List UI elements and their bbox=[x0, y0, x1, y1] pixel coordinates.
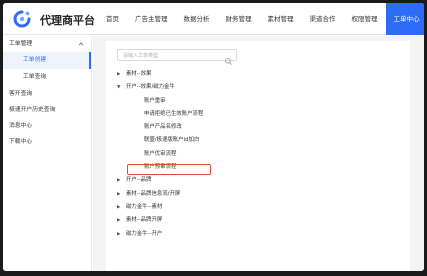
caret-right-icon: ▶ bbox=[117, 204, 121, 210]
caret-right-icon: ▶ bbox=[117, 218, 121, 224]
tree-leaf-highlighted[interactable]: 账户产品名修改 bbox=[117, 121, 397, 134]
topnav-item-tickets[interactable]: 工单中心 bbox=[385, 3, 424, 35]
caret-right-icon: ▶ bbox=[117, 231, 121, 237]
tree-leaf[interactable]: 申请拒绝已生效账户流程 bbox=[117, 108, 397, 121]
sidebar-item-ticket-query[interactable]: 工单查询 bbox=[3, 69, 91, 86]
tree-node[interactable]: ▶ 素材--效果 bbox=[117, 68, 397, 81]
tree-node-label: 磁力金牛--素材 bbox=[126, 203, 163, 210]
caret-down-icon: ▼ bbox=[117, 85, 121, 91]
tree-leaf[interactable]: 联盟/极速版账户id加白 bbox=[117, 134, 397, 147]
caret-right-icon: ▶ bbox=[117, 178, 121, 184]
top-nav: 首页 广告主管理 数据分析 财务管理 素材管理 渠道合作 权限管理 工单中心 bbox=[98, 3, 424, 35]
caret-right-icon: ▶ bbox=[117, 72, 121, 77]
tree-node[interactable]: ▶ 磁力金牛--开户 bbox=[117, 228, 397, 241]
tree-node-label: 素材--效果 bbox=[126, 71, 152, 77]
sidebar-item-messages[interactable]: 消息中心 bbox=[3, 118, 91, 134]
search-placeholder: 请输入工单类型 bbox=[123, 53, 159, 59]
tree-leaf[interactable]: 账户优审流程 bbox=[117, 148, 397, 161]
topnav-item-advertisers[interactable]: 广告主管理 bbox=[127, 3, 176, 35]
sidebar: 工单管理 工单创建 工单查询 客开查询 极速开户历史查询 消息中心 下载中心 bbox=[3, 36, 92, 271]
sidebar-group-tickets[interactable]: 工单管理 bbox=[3, 36, 91, 52]
topnav-item-channels[interactable]: 渠道合作 bbox=[302, 3, 344, 35]
tree-node-label: 素材--品牌开屏 bbox=[126, 217, 163, 224]
ticket-type-tree: ▶ 素材--效果 ▼ 开户--效果/磁力金牛 账户重审 申请拒绝已生效账户流程 账户… bbox=[117, 68, 397, 241]
ticket-type-search-input[interactable]: 请输入工单类型 bbox=[117, 49, 237, 65]
screen-frame: 代理商平台 首页 广告主管理 数据分析 财务管理 素材管理 渠道合作 权限管理 … bbox=[0, 0, 427, 276]
caret-right-icon: ▶ bbox=[117, 191, 121, 197]
highlight-box bbox=[127, 164, 211, 175]
sidebar-item-ticket-create[interactable]: 工单创建 bbox=[3, 52, 91, 69]
topnav-item-home[interactable]: 首页 bbox=[98, 3, 127, 35]
main-content: 请输入工单类型 ▶ 素材--效果 ▼ 开户--效果/磁力金牛 账户重审 申请拒绝已生… bbox=[93, 36, 424, 271]
tree-node-label: 素材--品牌信息流/开屏 bbox=[126, 190, 181, 197]
sidebar-item-fast-account-history[interactable]: 极速开户历史查询 bbox=[3, 102, 91, 118]
tree-node[interactable]: ▼ 开户--效果/磁力金牛 bbox=[117, 81, 397, 94]
topnav-item-analytics[interactable]: 数据分析 bbox=[176, 3, 218, 35]
sidebar-item-downloads[interactable]: 下载中心 bbox=[3, 134, 91, 150]
tree-node[interactable]: ▶ 开户--品牌 bbox=[117, 174, 397, 187]
tree-node[interactable]: ▶ 磁力金牛--素材 bbox=[117, 201, 397, 214]
top-header: 代理商平台 首页 广告主管理 数据分析 财务管理 素材管理 渠道合作 权限管理 … bbox=[3, 3, 424, 35]
topnav-item-permissions[interactable]: 权限管理 bbox=[344, 3, 386, 35]
tree-leaf[interactable]: 账户重审 bbox=[117, 95, 397, 108]
tree-node[interactable]: ▶ 素材--品牌开屏 bbox=[117, 214, 397, 227]
search-icon[interactable] bbox=[224, 51, 233, 65]
brand-title: 代理商平台 bbox=[40, 14, 95, 27]
topnav-item-finance[interactable]: 财务管理 bbox=[218, 3, 260, 35]
brand-logo-icon bbox=[13, 10, 31, 28]
sidebar-group-label: 工单管理 bbox=[9, 41, 33, 47]
tree-node-label: 开户--品牌 bbox=[126, 177, 152, 184]
topnav-item-creatives[interactable]: 素材管理 bbox=[260, 3, 302, 35]
ticket-type-panel: 请输入工单类型 ▶ 素材--效果 ▼ 开户--效果/磁力金牛 账户重审 申请拒绝已生… bbox=[106, 41, 410, 271]
tree-node[interactable]: ▶ 素材--品牌信息流/开屏 bbox=[117, 188, 397, 201]
app-window: 代理商平台 首页 广告主管理 数据分析 财务管理 素材管理 渠道合作 权限管理 … bbox=[3, 3, 424, 271]
tree-node-label: 开户--效果/磁力金牛 bbox=[126, 84, 175, 91]
sidebar-item-customer-query[interactable]: 客开查询 bbox=[3, 86, 91, 102]
tree-node-label: 磁力金牛--开户 bbox=[126, 230, 163, 237]
